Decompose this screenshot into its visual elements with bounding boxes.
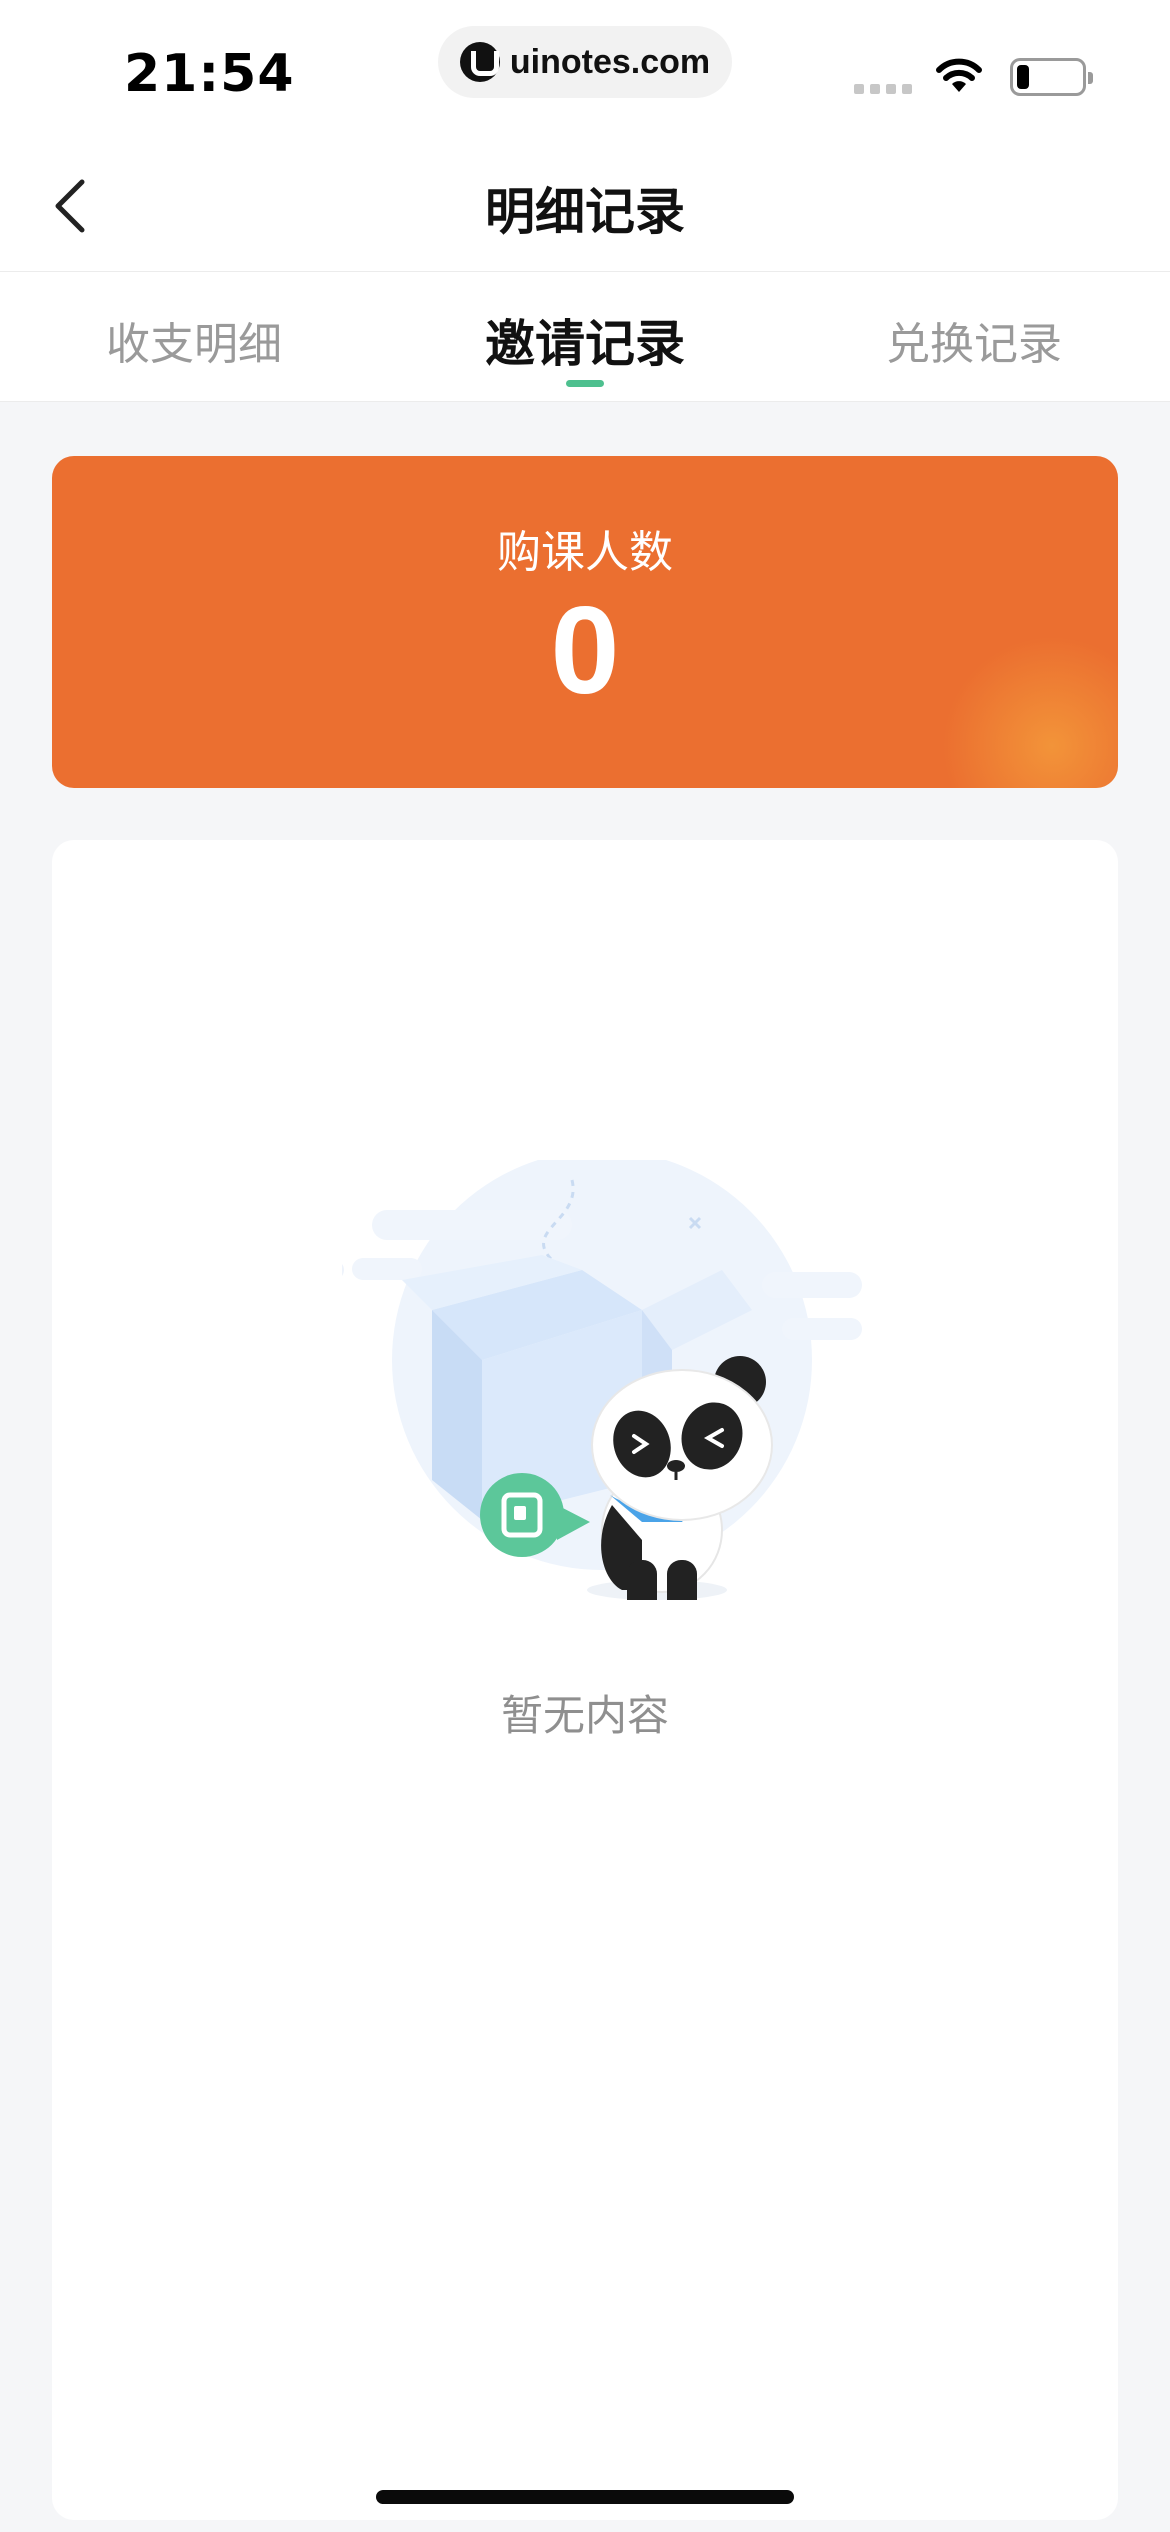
purchase-count-value: 0 — [550, 582, 620, 720]
tab-invite-records[interactable]: 邀请记录 — [435, 304, 735, 376]
tab-exchange-records[interactable]: 兑换记录 — [824, 308, 1124, 372]
home-indicator — [376, 2490, 794, 2504]
screen: 21:54 uinotes.com 明细记录 收支明细 邀请记录 兑换记录 购课… — [0, 0, 1170, 2532]
status-bar: 21:54 uinotes.com — [0, 0, 1170, 140]
battery-icon — [1010, 58, 1093, 96]
active-tab-indicator — [566, 380, 604, 387]
cellular-signal-icon — [854, 84, 912, 94]
empty-state-text: 暂无内容 — [500, 1691, 669, 1740]
tab-income-expense[interactable]: 收支明细 — [44, 308, 344, 372]
url-pill[interactable]: uinotes.com — [438, 26, 732, 98]
status-time: 21:54 — [124, 44, 295, 104]
uinotes-logo-icon — [459, 42, 500, 82]
purchase-count-label: 购课人数 — [497, 527, 673, 578]
navigation-bar: 明细记录 — [0, 140, 1170, 272]
tab-bar: 收支明细 邀请记录 兑换记录 — [0, 272, 1170, 402]
page-title: 明细记录 — [485, 183, 685, 241]
purchase-count-card: 购课人数 0 — [52, 456, 1118, 788]
url-text: uinotes.com — [509, 42, 711, 81]
panda-empty-box-icon — [342, 1160, 862, 1600]
wifi-icon — [936, 58, 982, 92]
records-list-card: 暂无内容 — [52, 840, 1118, 2520]
